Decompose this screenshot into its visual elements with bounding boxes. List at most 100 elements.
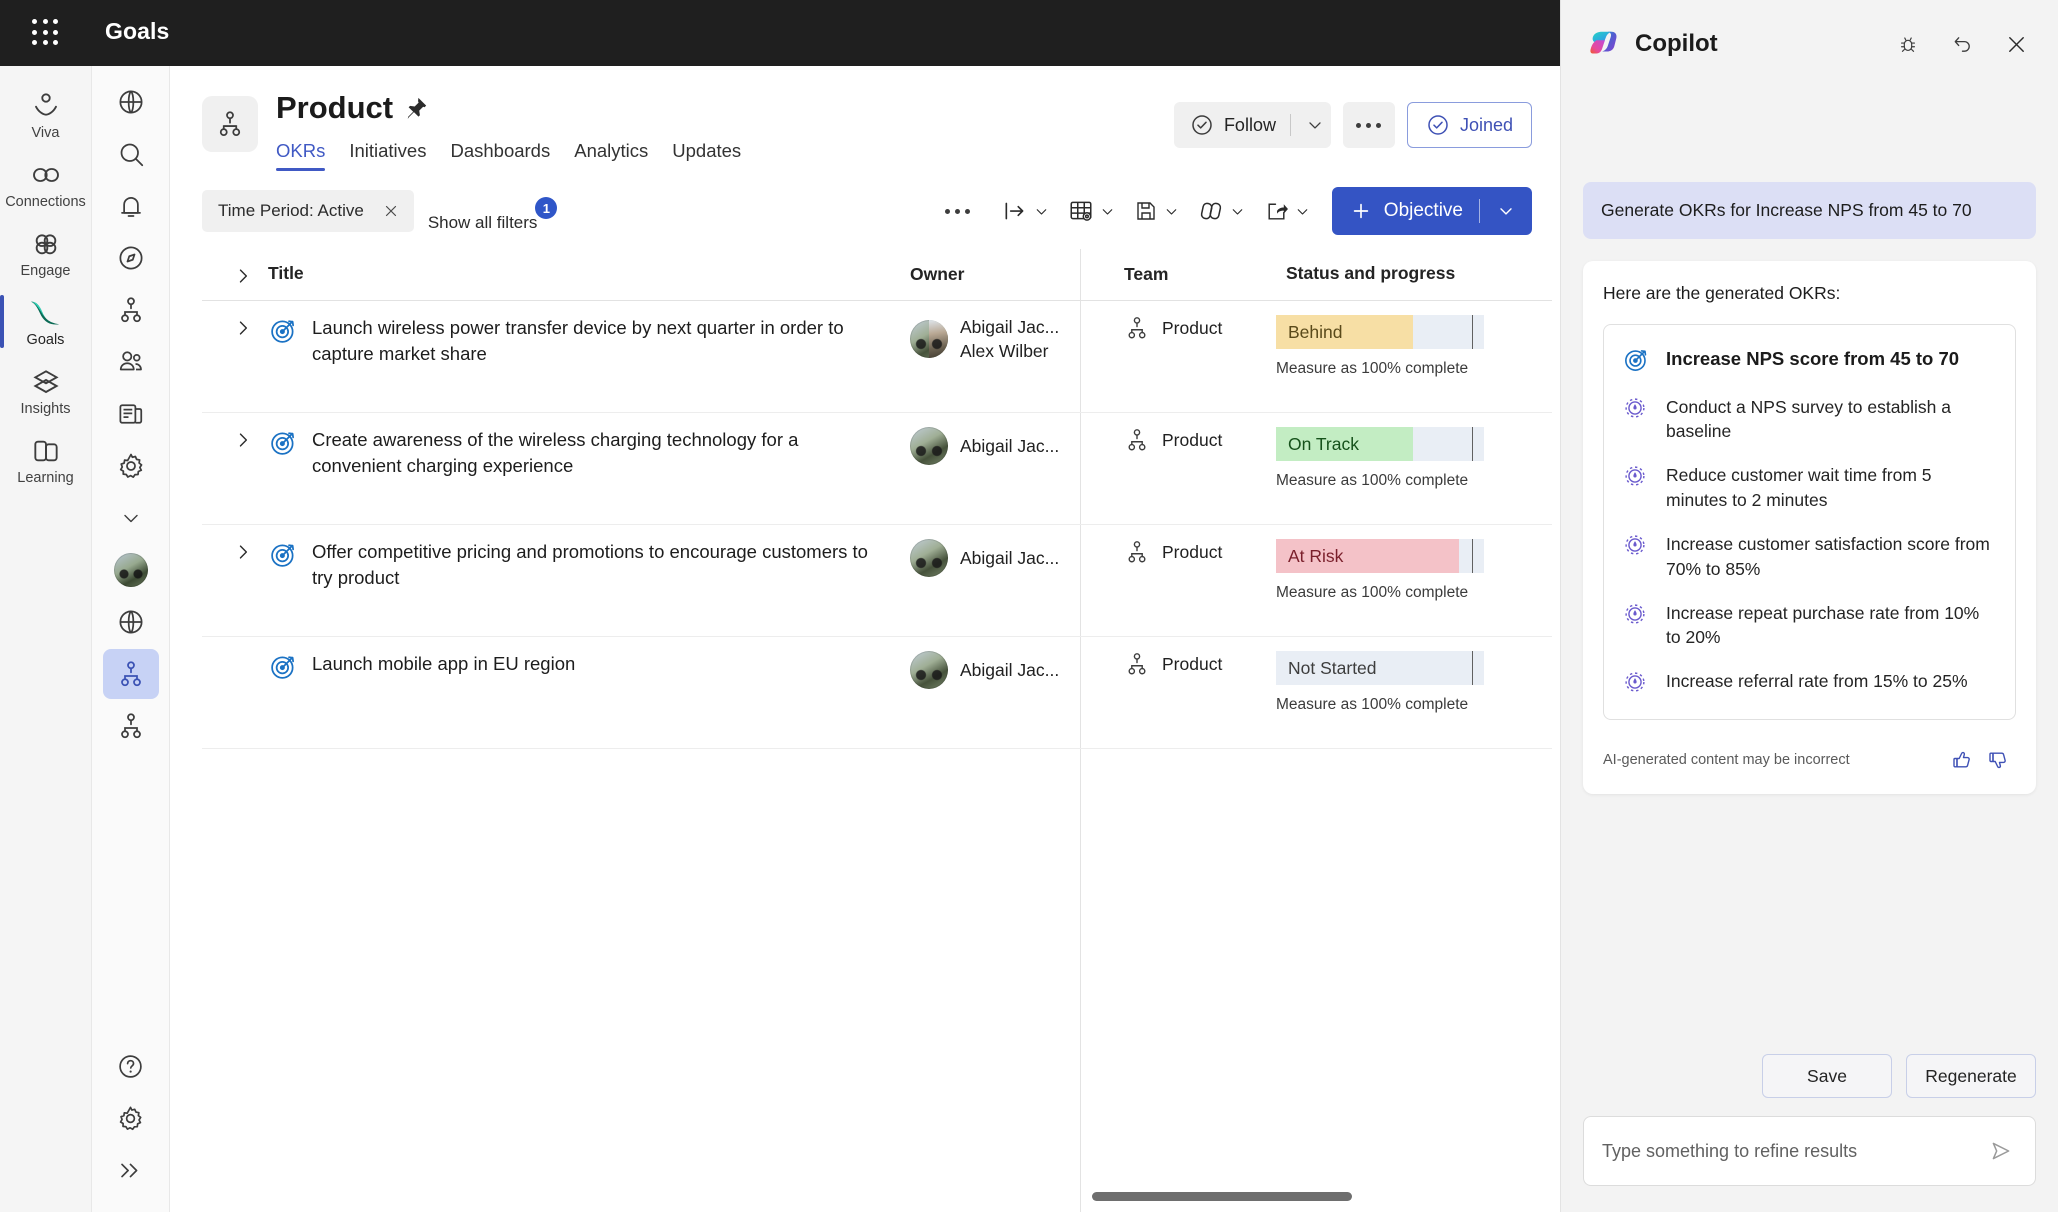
close-icon[interactable] [1996,24,2036,64]
cell-owner[interactable]: Abigail Jac... Alex Wilber [892,301,1114,377]
cell-title[interactable]: Launch mobile app in EU region [202,637,892,696]
nav-item-gear-7[interactable] [103,441,159,491]
toolbar-overflow-button[interactable] [938,201,977,222]
show-all-filters-link[interactable]: Show all filters 1 [428,197,558,233]
goals-icon [29,296,63,330]
column-header-status[interactable]: Status and progress [1276,249,1526,300]
cell-team[interactable]: Product [1114,301,1276,355]
close-icon[interactable] [378,202,404,220]
tab-updates[interactable]: Updates [672,138,741,171]
column-header-team[interactable]: Team [1114,249,1276,300]
filter-chip-time-period[interactable]: Time Period: Active [202,190,414,232]
rail-item-goals[interactable]: Goals [0,287,92,356]
thumbs-up-icon[interactable] [1944,742,1980,778]
status-progress-bar: On Track [1276,427,1484,461]
table-row[interactable]: Launch mobile app in EU region Abigail Ja… [202,637,1552,749]
generated-key-result[interactable]: Increase repeat purchase rate from 10% t… [1622,600,1997,651]
save-button[interactable]: Save [1762,1054,1892,1098]
more-options-button[interactable] [1342,102,1395,148]
cell-title[interactable]: Offer competitive pricing and promotions… [202,525,892,606]
cell-team[interactable]: Product [1114,413,1276,467]
cell-team[interactable]: Product [1114,525,1276,579]
share-icon [1264,199,1289,224]
cell-title[interactable]: Create awareness of the wireless chargin… [202,413,892,494]
row-expand-chevron-icon[interactable] [232,539,254,562]
chevron-down-icon[interactable] [1492,201,1524,221]
add-objective-button[interactable]: Objective [1331,187,1532,235]
nav-item-org-chart-4[interactable] [103,285,159,335]
rail-item-label: Connections [5,193,86,210]
cell-status[interactable]: Not Started Measure as 100% complete [1276,637,1526,728]
expand-all-chevron-icon[interactable] [232,263,254,286]
people-icon [116,347,146,377]
nav-item-bell-2[interactable] [103,181,159,231]
cell-owner[interactable]: Abigail Jac... [892,525,1114,591]
generated-key-result[interactable]: Increase customer satisfaction score fro… [1622,531,1997,582]
rail-item-insights[interactable]: Insights [0,356,92,425]
nav-item-org-chart-11[interactable] [102,649,159,699]
cell-owner[interactable]: Abigail Jac... [892,637,1114,703]
nav-item-news-6[interactable] [103,389,159,439]
generated-objective[interactable]: Increase NPS score from 45 to 70 [1622,345,1997,376]
rail-item-connections[interactable]: Connections [0,149,92,218]
toolbar-save-view-button[interactable] [1127,191,1187,231]
nav-item-chevron-down-8[interactable] [103,493,159,543]
generated-key-result[interactable]: Increase referral rate from 15% to 25% [1622,668,1997,699]
table-row[interactable]: Offer competitive pricing and promotions… [202,525,1552,637]
nav-item-compass-3[interactable] [103,233,159,283]
toolbar-share-button[interactable] [1257,191,1318,232]
nav-bottom-gear[interactable] [103,1093,159,1143]
column-header-title[interactable]: Title [202,249,892,300]
rail-item-list: Viva Connections Engage Goals Insights Learni… [0,66,91,494]
nav-item-org-chart-12[interactable] [103,701,159,751]
cell-team[interactable]: Product [1114,637,1276,691]
tab-dashboards[interactable]: Dashboards [450,138,550,171]
rail-item-label: Learning [17,469,74,486]
tab-okrs[interactable]: OKRs [276,138,326,171]
app-launcher-icon[interactable] [32,19,60,47]
toolbar-indent-button[interactable] [995,190,1057,232]
table-row[interactable]: Create awareness of the wireless chargin… [202,413,1552,525]
table-row[interactable]: Launch wireless power transfer device by… [202,301,1552,413]
nav-item-people-5[interactable] [103,337,159,387]
horizontal-scrollbar[interactable] [170,1192,1560,1204]
toolbar-align-button[interactable] [1191,190,1253,232]
rail-item-learning[interactable]: Learning [0,425,92,494]
nav-item-globe-0[interactable] [103,77,159,127]
cell-owner[interactable]: Abigail Jac... [892,413,1114,479]
cell-title[interactable]: Launch wireless power transfer device by… [202,301,892,382]
copilot-refine-input[interactable] [1602,1140,1983,1162]
toolbar-table-settings-button[interactable] [1061,190,1123,232]
joined-button[interactable]: Joined [1406,102,1532,148]
rail-item-engage[interactable]: Engage [0,218,92,287]
generated-key-result[interactable]: Reduce customer wait time from 5 minutes… [1622,462,1997,513]
row-expand-chevron-icon[interactable] [232,315,254,338]
nav-item-avatar-9[interactable] [103,545,159,595]
row-expand-chevron-icon[interactable] [232,427,254,450]
follow-button[interactable]: Follow [1173,102,1331,148]
cell-status[interactable]: Behind Measure as 100% complete [1276,301,1526,392]
copilot-action-buttons: Save Regenerate [1583,1054,2036,1098]
column-header-owner[interactable]: Owner [892,249,1114,300]
generated-key-result[interactable]: Conduct a NPS survey to establish a base… [1622,394,1997,445]
cell-status[interactable]: At Risk Measure as 100% complete [1276,525,1526,616]
scrollbar-thumb[interactable] [1092,1192,1352,1201]
nav-bottom-expand[interactable] [103,1145,159,1195]
chevron-down-icon[interactable] [1305,115,1325,135]
thumbs-down-icon[interactable] [1980,742,2016,778]
bug-icon[interactable] [1888,24,1928,64]
tab-initiatives[interactable]: Initiatives [349,138,426,171]
nav-item-search-1[interactable] [103,129,159,179]
rail-item-viva[interactable]: Viva [0,80,92,149]
nav-bottom-help[interactable] [103,1041,159,1091]
tab-analytics[interactable]: Analytics [574,138,648,171]
viva-icon [29,89,63,123]
regenerate-button[interactable]: Regenerate [1906,1054,2036,1098]
cell-status[interactable]: On Track Measure as 100% complete [1276,413,1526,504]
undo-icon[interactable] [1942,24,1982,64]
copilot-input-container[interactable] [1583,1116,2036,1186]
nav-item-globe-10[interactable] [103,597,159,647]
measure-text: Measure as 100% complete [1276,360,1469,377]
send-icon[interactable] [1983,1133,2019,1169]
column-header-status-label: Status and progress [1286,263,1456,283]
